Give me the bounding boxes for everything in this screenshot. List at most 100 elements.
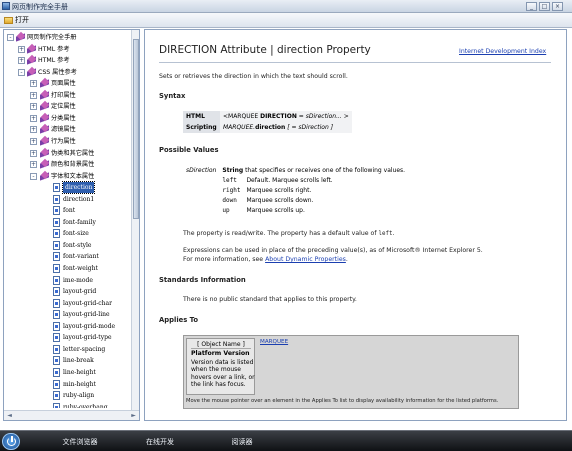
tree-item-font-family[interactable]: font-family — [4, 217, 132, 228]
tree-item-css-1[interactable]: + 打印属性 — [4, 90, 132, 101]
syntax-row-head: Scripting — [183, 122, 220, 133]
tree-item-font-size[interactable]: font-size — [4, 228, 132, 239]
expand-icon[interactable]: + — [18, 45, 25, 53]
tree-item-font-variant[interactable]: font-variant — [4, 251, 132, 262]
tree-node-label: 页面属性 — [51, 80, 76, 88]
tree-item-css[interactable]: - CSS 属性参考 — [4, 67, 132, 78]
tree-item-layout-grid-mode[interactable]: layout-grid-mode — [4, 321, 132, 332]
page-icon — [53, 298, 60, 308]
platform-version-label: Platform Version — [191, 350, 250, 357]
tree-item-ime-mode[interactable]: ime-mode — [4, 275, 132, 286]
tree-item-font-style[interactable]: font-style — [4, 240, 132, 251]
page-icon — [53, 240, 60, 250]
tree-item-line-height[interactable]: line-height — [4, 367, 132, 378]
syntax-row-scripting: Scripting MARQUEE.direction [ = sDirecti… — [183, 122, 352, 133]
minimize-button[interactable]: _ — [526, 2, 537, 11]
taskbar-button-file-browser[interactable]: 文件浏览器 — [52, 435, 108, 449]
tree-vertical-scrollbar[interactable] — [131, 30, 139, 410]
tree-item-font-weight[interactable]: font-weight — [4, 263, 132, 274]
tree-node-label: HTML 参考 — [38, 57, 70, 65]
tree-item-css-5[interactable]: + 行为属性 — [4, 136, 132, 147]
more-info-note: For more information, see About Dynamic … — [183, 256, 348, 263]
pv-code: up — [222, 207, 230, 214]
tree-item-direction[interactable]: direction — [4, 181, 132, 195]
marquee-link[interactable]: MARQUEE — [260, 339, 288, 345]
tree-node-label: ruby-align — [63, 392, 95, 400]
tree-node-label: layout-grid-line — [63, 311, 110, 319]
tree-item-css-0[interactable]: + 页面属性 — [4, 78, 132, 89]
tree-item-layout-grid-char[interactable]: layout-grid-char — [4, 298, 132, 309]
page-icon — [53, 367, 60, 377]
scroll-right-arrow-icon[interactable]: ► — [130, 412, 137, 419]
page-icon — [53, 217, 60, 227]
taskbar-button-reader[interactable]: 阅读器 — [220, 435, 264, 449]
tree-item-html-1[interactable]: + HTML 参考 — [4, 44, 132, 55]
tree-node-label: direction1 — [63, 195, 95, 203]
collapse-icon[interactable]: - — [30, 172, 37, 180]
tree-item-css-2[interactable]: + 定位属性 — [4, 101, 132, 112]
expand-icon[interactable]: + — [30, 149, 37, 157]
expand-icon[interactable]: + — [30, 103, 37, 111]
tree-root[interactable]: - 网页制作完全手册 — [4, 32, 132, 43]
tree-item-layout-grid-line[interactable]: layout-grid-line — [4, 309, 132, 320]
tree-node-label: HTML 参考 — [38, 45, 70, 53]
applies-to-footer: Move the mouse pointer over an element i… — [186, 398, 499, 404]
book-icon — [40, 172, 49, 181]
book-icon — [40, 114, 49, 123]
expand-icon[interactable]: + — [30, 161, 37, 169]
tree-node-label: min-height — [63, 380, 96, 388]
tree-item-min-height[interactable]: min-height — [4, 379, 132, 390]
tree-node-label: layout-grid — [63, 288, 97, 296]
tree-item-css-6[interactable]: + 伪类和其它属性 — [4, 148, 132, 159]
platform-version-description: Version data is listed when the mouse ho… — [191, 359, 255, 389]
pv-param: sDirection — [186, 167, 217, 174]
window-title: 网页制作完全手册 — [12, 3, 68, 11]
page-icon — [53, 391, 60, 401]
tree-horizontal-scrollbar[interactable]: ◄ ► — [4, 410, 139, 420]
collapse-icon[interactable]: - — [18, 68, 25, 76]
expand-icon[interactable]: + — [30, 126, 37, 134]
open-button[interactable]: 打开 — [3, 15, 32, 26]
tree-node-label: 打印属性 — [51, 91, 76, 99]
page-icon — [53, 379, 60, 389]
tree-item-font[interactable]: font — [4, 205, 132, 216]
maximize-button[interactable]: □ — [539, 2, 550, 11]
pv-row-down: down Marquee scrolls down. — [183, 196, 427, 206]
expand-icon[interactable]: + — [30, 80, 37, 88]
tree-item-css-3[interactable]: + 分类属性 — [4, 113, 132, 124]
tree-item-layout-grid-type[interactable]: layout-grid-type — [4, 332, 132, 343]
book-icon — [40, 102, 49, 111]
tree-item-ruby-align[interactable]: ruby-align — [4, 390, 132, 401]
tree-item-line-break[interactable]: line-break — [4, 355, 132, 366]
tree-item-direction1[interactable]: direction1 — [4, 194, 132, 205]
tree-node-label: font — [63, 207, 76, 215]
expand-icon[interactable]: + — [18, 57, 25, 65]
expand-icon[interactable]: + — [30, 91, 37, 99]
tree-item-ruby-overhang[interactable]: ruby-overhang — [4, 402, 132, 408]
tree-node-label: 分类属性 — [51, 114, 76, 122]
tree-node-label: ime-mode — [63, 276, 93, 284]
expand-icon[interactable]: + — [30, 137, 37, 145]
close-button[interactable]: × — [552, 2, 563, 11]
tree-item-letter-spacing[interactable]: letter-spacing — [4, 344, 132, 355]
index-link[interactable]: Internet Development Index — [459, 48, 546, 55]
taskbar-button-online-dev[interactable]: 在线开发 — [134, 435, 186, 449]
tree-node-label: CSS 属性参考 — [38, 68, 77, 76]
tree-item-css-4[interactable]: + 滤镜属性 — [4, 124, 132, 135]
tree-item-layout-grid[interactable]: layout-grid — [4, 286, 132, 297]
scroll-left-arrow-icon[interactable]: ◄ — [6, 412, 13, 419]
tree-item-html-2[interactable]: + HTML 参考 — [4, 55, 132, 66]
expand-icon[interactable]: + — [30, 114, 37, 122]
pv-desc: Marquee scrolls down. — [246, 197, 314, 204]
dynamic-properties-link[interactable]: About Dynamic Properties — [265, 256, 346, 263]
tree-node-label: layout-grid-char — [63, 299, 112, 307]
page-icon — [53, 264, 60, 273]
tree-item-css-7[interactable]: + 颜色和背景属性 — [4, 159, 132, 170]
page-icon — [53, 194, 60, 204]
book-icon — [27, 45, 36, 54]
tree-item-css-8[interactable]: - 字体和文本属性 — [4, 171, 132, 182]
scroll-thumb[interactable] — [133, 39, 139, 219]
syntax-table: HTML <MARQUEE DIRECTION = sDirection... … — [183, 111, 352, 133]
power-button[interactable] — [2, 433, 20, 450]
collapse-icon[interactable]: - — [7, 34, 14, 41]
